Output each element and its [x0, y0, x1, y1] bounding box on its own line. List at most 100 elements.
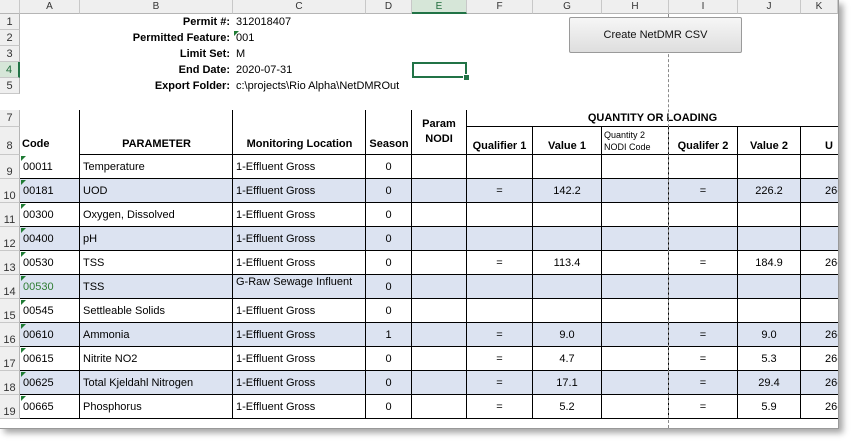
cell-code[interactable]: 00665 — [20, 395, 80, 419]
cell-v1[interactable]: 113.4 — [533, 251, 602, 275]
cell-u[interactable]: 26- — [801, 371, 838, 395]
cell-parameter[interactable]: pH — [80, 227, 233, 251]
cell-parameter[interactable]: TSS — [80, 275, 233, 299]
cell-u[interactable]: 26- — [801, 251, 838, 275]
cell-location[interactable]: 1-Effluent Gross — [233, 203, 366, 227]
cell-code[interactable]: 00625 — [20, 371, 80, 395]
cell-empty[interactable] — [602, 323, 669, 347]
cell-parameter[interactable]: UOD — [80, 179, 233, 203]
cell-empty[interactable] — [412, 179, 467, 203]
cell-empty[interactable] — [412, 275, 467, 299]
row-header-7[interactable]: 7 — [0, 110, 20, 127]
row-header-19[interactable]: 19 — [0, 395, 20, 419]
cell-empty[interactable] — [602, 203, 669, 227]
row-header-14[interactable]: 14 — [0, 275, 20, 299]
cell-empty[interactable] — [412, 371, 467, 395]
end-date-value[interactable]: 2020-07-31 — [233, 62, 413, 78]
row-header-11[interactable]: 11 — [0, 203, 20, 227]
row-header-18[interactable]: 18 — [0, 371, 20, 395]
column-header-e[interactable]: E — [412, 0, 467, 14]
cell-location[interactable]: 1-Effluent Gross — [233, 155, 366, 179]
row-header-12[interactable]: 12 — [0, 227, 20, 251]
cell-location[interactable]: 1-Effluent Gross — [233, 395, 366, 419]
cell-location[interactable]: 1-Effluent Gross — [233, 179, 366, 203]
create-netdmr-csv-button[interactable]: Create NetDMR CSV — [569, 17, 742, 53]
cell-parameter[interactable]: Settleable Solids — [80, 299, 233, 323]
cell-empty[interactable] — [602, 179, 669, 203]
cell-q2[interactable]: = — [669, 395, 738, 419]
cell-location[interactable]: 1-Effluent Gross — [233, 371, 366, 395]
cell-empty[interactable] — [602, 395, 669, 419]
cell-v2[interactable] — [738, 203, 801, 227]
cell-season[interactable]: 0 — [366, 299, 412, 323]
cell-q1[interactable]: = — [467, 251, 533, 275]
export-folder-value[interactable]: c:\projects\Rio Alpha\NetDMROut — [233, 78, 483, 94]
cell-parameter[interactable]: TSS — [80, 251, 233, 275]
cell-empty[interactable] — [412, 227, 467, 251]
cell-code[interactable]: 00610 — [20, 323, 80, 347]
cell-q1[interactable]: = — [467, 347, 533, 371]
cell-v2[interactable] — [738, 155, 801, 179]
cell-q1[interactable] — [467, 155, 533, 179]
cell-empty[interactable] — [602, 251, 669, 275]
cell-location[interactable]: 1-Effluent Gross — [233, 299, 366, 323]
cell-q2[interactable] — [669, 203, 738, 227]
cell-q2[interactable] — [669, 155, 738, 179]
cell-q2[interactable]: = — [669, 347, 738, 371]
row-header-1[interactable]: 1 — [0, 14, 20, 30]
cell-v1[interactable] — [533, 275, 602, 299]
cell-q1[interactable] — [467, 203, 533, 227]
cell-u[interactable] — [801, 299, 838, 323]
cell-v1[interactable]: 5.2 — [533, 395, 602, 419]
cell-parameter[interactable]: Phosphorus — [80, 395, 233, 419]
cell-q1[interactable]: = — [467, 395, 533, 419]
cell-v1[interactable] — [533, 155, 602, 179]
cell-v2[interactable] — [738, 299, 801, 323]
cell-code[interactable]: 00530 — [20, 275, 80, 299]
row-header-4[interactable]: 4 — [0, 62, 20, 78]
cell-code[interactable]: 00300 — [20, 203, 80, 227]
cell-empty[interactable] — [602, 347, 669, 371]
cell-empty[interactable] — [412, 299, 467, 323]
feature-value[interactable]: 001 — [233, 30, 413, 46]
cell-empty[interactable] — [602, 371, 669, 395]
cell-q1[interactable]: = — [467, 371, 533, 395]
cell-empty[interactable] — [412, 203, 467, 227]
cell-q2[interactable]: = — [669, 323, 738, 347]
cell-season[interactable]: 0 — [366, 251, 412, 275]
cell-empty[interactable] — [602, 227, 669, 251]
cell-u[interactable] — [801, 203, 838, 227]
column-header-f[interactable]: F — [467, 0, 533, 14]
column-header-i[interactable]: I — [669, 0, 738, 14]
cell-empty[interactable] — [412, 347, 467, 371]
cell-empty[interactable] — [412, 155, 467, 179]
cell-season[interactable]: 0 — [366, 371, 412, 395]
cell-u[interactable] — [801, 275, 838, 299]
cell-u[interactable]: 26- — [801, 347, 838, 371]
spreadsheet[interactable]: ABCDEFGHIJK 1 2 3 4 5 7 8 9 10 11 12 13 14 15 16 17 18 19… — [0, 0, 839, 429]
cell-q2[interactable] — [669, 275, 738, 299]
column-header-j[interactable]: J — [738, 0, 801, 14]
limit-set-value[interactable]: M — [233, 46, 413, 62]
cell-empty[interactable] — [412, 395, 467, 419]
fill-handle[interactable] — [463, 74, 470, 81]
cell-v1[interactable]: 17.1 — [533, 371, 602, 395]
cell-code[interactable]: 00530 — [20, 251, 80, 275]
column-header-g[interactable]: G — [533, 0, 602, 14]
cell-q1[interactable]: = — [467, 179, 533, 203]
cell-code[interactable]: 00011 — [20, 155, 80, 179]
cell-season[interactable]: 0 — [366, 155, 412, 179]
cell-parameter[interactable]: Temperature — [80, 155, 233, 179]
cell-code[interactable]: 00181 — [20, 179, 80, 203]
cell-v2[interactable]: 5.3 — [738, 347, 801, 371]
cell-q2[interactable] — [669, 299, 738, 323]
cell-u[interactable] — [801, 227, 838, 251]
cell-parameter[interactable]: Total Kjeldahl Nitrogen — [80, 371, 233, 395]
cell-q1[interactable]: = — [467, 323, 533, 347]
cell-v2[interactable]: 184.9 — [738, 251, 801, 275]
cell-q2[interactable]: = — [669, 179, 738, 203]
cell-v1[interactable] — [533, 227, 602, 251]
cell-u[interactable]: 26-I — [801, 323, 838, 347]
cell-v2[interactable] — [738, 227, 801, 251]
cell-empty[interactable] — [602, 155, 669, 179]
